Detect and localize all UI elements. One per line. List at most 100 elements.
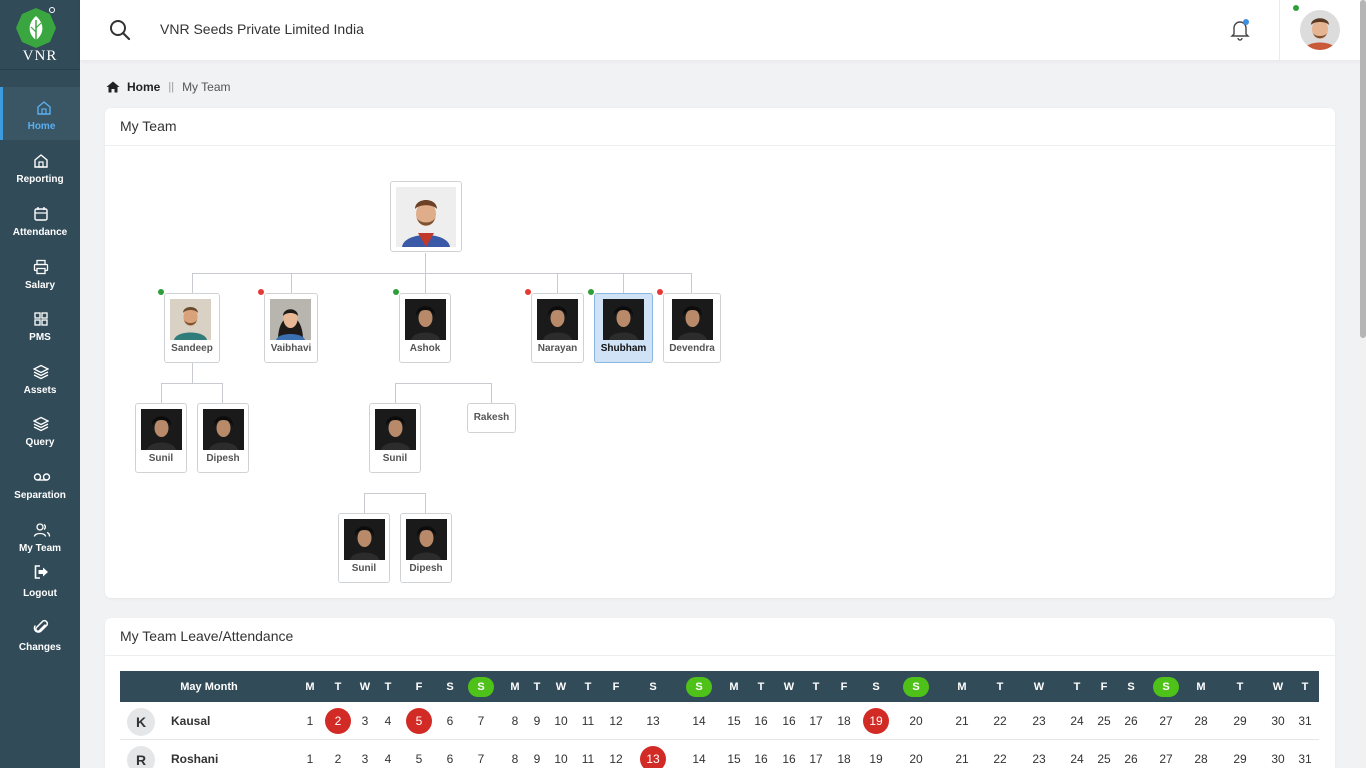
org-node-dipesh[interactable]: Dipesh xyxy=(197,403,249,473)
day-cell[interactable]: 14 xyxy=(684,740,714,768)
day-header: T xyxy=(1290,671,1320,702)
day-header: M xyxy=(1186,671,1216,702)
sidebar-item-home[interactable]: Home xyxy=(0,87,80,140)
day-cell[interactable]: 7 xyxy=(466,702,496,739)
day-cell[interactable]: 21 xyxy=(947,702,977,739)
day-letter: M xyxy=(305,680,315,693)
day-cell[interactable]: 23 xyxy=(1024,702,1054,739)
sidebar-item-query[interactable]: Query xyxy=(0,403,80,456)
page-scrollbar[interactable] xyxy=(1360,0,1366,768)
day-cell[interactable]: 14 xyxy=(684,702,714,739)
day-cell[interactable]: 31 xyxy=(1290,740,1320,768)
day-cell[interactable]: 10 xyxy=(546,702,576,739)
sidebar-item-changes[interactable]: Changes xyxy=(0,614,80,667)
day-cell[interactable]: 13 xyxy=(638,702,668,739)
day-cell[interactable]: 11 xyxy=(573,702,603,739)
sidebar-item-separation[interactable]: Separation xyxy=(0,456,80,509)
day-cell[interactable]: 30 xyxy=(1263,740,1293,768)
sidebar-item-pms[interactable]: PMS xyxy=(0,298,80,351)
day-cell[interactable]: 30 xyxy=(1263,702,1293,739)
day-cell[interactable]: 25 xyxy=(1089,740,1119,768)
day-cell[interactable]: 24 xyxy=(1062,702,1092,739)
scrollbar-thumb[interactable] xyxy=(1360,0,1366,338)
day-cell[interactable]: 19 xyxy=(861,702,891,739)
day-cell[interactable]: 28 xyxy=(1186,702,1216,739)
org-node-narayan[interactable]: Narayan xyxy=(531,293,584,363)
day-cell[interactable]: 4 xyxy=(373,702,403,739)
day-cell[interactable]: 15 xyxy=(719,702,749,739)
sidebar-item-logout[interactable]: Logout xyxy=(0,561,80,614)
day-cell[interactable]: 15 xyxy=(719,740,749,768)
day-cell[interactable]: 16 xyxy=(746,740,776,768)
day-cell[interactable]: 27 xyxy=(1151,740,1181,768)
home-icon[interactable] xyxy=(106,81,120,93)
user-avatar[interactable] xyxy=(1300,10,1340,50)
day-cell[interactable]: 16 xyxy=(746,702,776,739)
sidebar-item-attendance[interactable]: Attendance xyxy=(0,193,80,246)
day-cell[interactable]: 19 xyxy=(861,740,891,768)
search-icon[interactable] xyxy=(109,19,131,41)
org-node-shubham[interactable]: Shubham xyxy=(594,293,653,363)
day-cell[interactable]: 4 xyxy=(373,740,403,768)
day-cell[interactable]: 23 xyxy=(1024,740,1054,768)
org-node-sandeep[interactable]: Sandeep xyxy=(164,293,220,363)
org-node-sunil[interactable]: Sunil xyxy=(338,513,390,583)
day-cell[interactable]: 6 xyxy=(435,702,465,739)
day-cell[interactable]: 6 xyxy=(435,740,465,768)
day-cell[interactable]: 22 xyxy=(985,740,1015,768)
day-cell[interactable]: 25 xyxy=(1089,702,1119,739)
day-cell[interactable]: 20 xyxy=(901,740,931,768)
org-node-dipesh[interactable]: Dipesh xyxy=(400,513,452,583)
org-node-devendra[interactable]: Devendra xyxy=(663,293,721,363)
day-cell[interactable]: 29 xyxy=(1225,702,1255,739)
day-cell[interactable]: 2 xyxy=(323,702,353,739)
day-cell[interactable]: 24 xyxy=(1062,740,1092,768)
status-offline-dot xyxy=(258,289,264,295)
day-cell[interactable]: 18 xyxy=(829,740,859,768)
org-node-vaibhavi[interactable]: Vaibhavi xyxy=(264,293,318,363)
day-cell[interactable]: 12 xyxy=(601,702,631,739)
org-node-rakesh[interactable]: Rakesh xyxy=(467,403,516,433)
day-cell[interactable]: 5 xyxy=(404,740,434,768)
table-row[interactable]: R Roshani 1 2 3 4 5 6 7 8 9 10 11 12 13 14 15 16 16 17 18 1… xyxy=(120,740,1319,768)
day-cell[interactable]: 11 xyxy=(573,740,603,768)
status-online-dot xyxy=(588,289,594,295)
day-cell[interactable]: 1 xyxy=(295,702,325,739)
vnr-logo[interactable]: VNR xyxy=(0,0,80,70)
day-cell[interactable]: 22 xyxy=(985,702,1015,739)
org-node-sunil[interactable]: Sunil xyxy=(369,403,421,473)
day-cell[interactable]: 1 xyxy=(295,740,325,768)
sidebar-item-reporting[interactable]: Reporting xyxy=(0,140,80,193)
sidebar-item-my-team[interactable]: My Team xyxy=(0,509,80,562)
node-name: Devendra xyxy=(669,343,715,354)
org-node-sunil[interactable]: Sunil xyxy=(135,403,187,473)
day-cell[interactable]: 16 xyxy=(774,740,804,768)
day-cell[interactable]: 17 xyxy=(801,702,831,739)
day-cell[interactable]: 28 xyxy=(1186,740,1216,768)
org-node-root[interactable] xyxy=(390,181,462,252)
breadcrumb-home[interactable]: Home xyxy=(127,80,160,94)
day-cell[interactable]: 2 xyxy=(323,740,353,768)
day-cell[interactable]: 26 xyxy=(1116,740,1146,768)
day-cell[interactable]: 21 xyxy=(947,740,977,768)
sidebar-item-label: Query xyxy=(25,437,55,448)
org-node-ashok[interactable]: Ashok xyxy=(399,293,451,363)
day-cell[interactable]: 17 xyxy=(801,740,831,768)
sidebar-item-assets[interactable]: Assets xyxy=(0,351,80,404)
day-cell[interactable]: 26 xyxy=(1116,702,1146,739)
day-cell[interactable]: 20 xyxy=(901,702,931,739)
day-cell[interactable]: 27 xyxy=(1151,702,1181,739)
table-row[interactable]: K Kausal 1 2 3 4 5 6 7 8 9 10 11 12 13 14 15 16 16 17 18 19… xyxy=(120,702,1319,740)
day-cell[interactable]: 7 xyxy=(466,740,496,768)
day-cell[interactable]: 13 xyxy=(638,740,668,768)
day-cell[interactable]: 31 xyxy=(1290,702,1320,739)
day-cell[interactable]: 5 xyxy=(404,702,434,739)
date-value: 18 xyxy=(837,751,851,766)
day-cell[interactable]: 18 xyxy=(829,702,859,739)
day-cell[interactable]: 10 xyxy=(546,740,576,768)
sidebar-item-salary[interactable]: Salary xyxy=(0,246,80,299)
day-header: M xyxy=(295,671,325,702)
day-cell[interactable]: 29 xyxy=(1225,740,1255,768)
day-cell[interactable]: 12 xyxy=(601,740,631,768)
day-cell[interactable]: 16 xyxy=(774,702,804,739)
